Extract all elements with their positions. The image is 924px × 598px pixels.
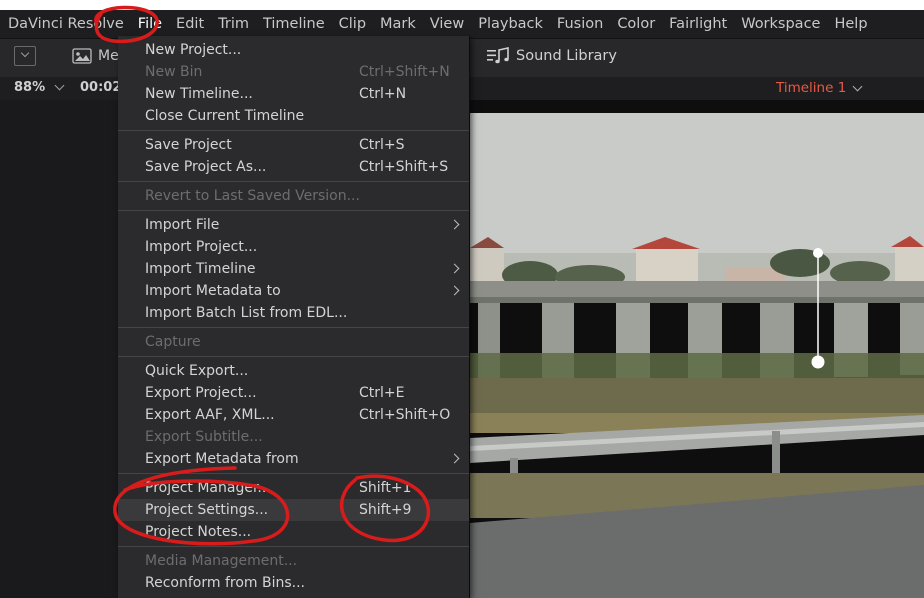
menu-workspace[interactable]: Workspace xyxy=(734,16,827,32)
media-pool-label[interactable]: Me xyxy=(98,48,119,64)
menu-color[interactable]: Color xyxy=(610,16,662,32)
menu-item-label: Project Manager... xyxy=(145,480,271,496)
menu-item-label: Close Current Timeline xyxy=(145,108,305,124)
menu-file[interactable]: File xyxy=(131,16,169,32)
menu-item-new-project[interactable]: New Project... xyxy=(118,39,469,61)
left-panel xyxy=(0,100,118,598)
menu-item-label: Quick Export... xyxy=(145,363,249,379)
menu-mark[interactable]: Mark xyxy=(373,16,423,32)
menu-item-label: Export AAF, XML... xyxy=(145,407,275,423)
menu-separator xyxy=(118,210,469,211)
menu-item-label: Revert to Last Saved Version... xyxy=(145,188,360,204)
menu-item-export-project[interactable]: Export Project... Ctrl+E xyxy=(118,382,469,404)
menu-trim[interactable]: Trim xyxy=(211,16,256,32)
menu-item-label: Import Metadata to xyxy=(145,283,281,299)
chevron-right-icon xyxy=(449,453,460,464)
chevron-right-icon xyxy=(449,285,460,296)
menu-edit[interactable]: Edit xyxy=(169,16,211,32)
menu-item-label: Media Management... xyxy=(145,553,298,569)
sound-library-icon xyxy=(487,47,509,64)
menu-item-reconform-from-bins[interactable]: Reconform from Bins... xyxy=(118,572,469,594)
menu-bar: DaVinci Resolve File Edit Trim Timeline … xyxy=(0,10,924,38)
menu-item-quick-export[interactable]: Quick Export... xyxy=(118,360,469,382)
menu-help[interactable]: Help xyxy=(827,16,874,32)
menu-separator xyxy=(118,473,469,474)
menu-item-shortcut: Ctrl+N xyxy=(359,86,407,102)
menu-item-label: Export Subtitle... xyxy=(145,429,263,445)
menu-item-label: Save Project xyxy=(145,137,232,153)
menu-item-label: Export Project... xyxy=(145,385,257,401)
menu-view[interactable]: View xyxy=(423,16,471,32)
menu-item-export-metadata-from[interactable]: Export Metadata from xyxy=(118,448,469,470)
menu-separator xyxy=(118,327,469,328)
top-strip xyxy=(0,0,924,10)
menu-item-label: Capture xyxy=(145,334,201,350)
timeline-selector[interactable]: Timeline 1 xyxy=(776,80,863,96)
zoom-level[interactable]: 88% xyxy=(14,80,45,95)
menu-item-close-current-timeline[interactable]: Close Current Timeline xyxy=(118,105,469,127)
menu-fusion[interactable]: Fusion xyxy=(550,16,610,32)
menu-item-import-file[interactable]: Import File xyxy=(118,214,469,236)
file-menu-dropdown: New Project... New Bin Ctrl+Shift+N New Tim… xyxy=(118,36,470,598)
menu-item-export-subtitle: Export Subtitle... xyxy=(118,426,469,448)
menu-separator xyxy=(118,356,469,357)
menu-item-label: Import Project... xyxy=(145,239,258,255)
menu-item-project-settings[interactable]: Project Settings... Shift+9 xyxy=(118,499,469,521)
timeline-name: Timeline 1 xyxy=(776,80,847,96)
menu-item-label: Reconform from Bins... xyxy=(145,575,305,591)
menu-item-shortcut: Ctrl+Shift+N xyxy=(359,64,450,80)
menu-separator xyxy=(118,130,469,131)
menu-fairlight[interactable]: Fairlight xyxy=(662,16,734,32)
menu-item-label: New Bin xyxy=(145,64,203,80)
menu-item-save-project[interactable]: Save Project Ctrl+S xyxy=(118,134,469,156)
menu-app[interactable]: DaVinci Resolve xyxy=(0,16,131,32)
menu-timeline[interactable]: Timeline xyxy=(256,16,332,32)
menu-playback[interactable]: Playback xyxy=(471,16,550,32)
menu-clip[interactable]: Clip xyxy=(332,16,373,32)
menu-item-label: Export Metadata from xyxy=(145,451,299,467)
menu-item-label: Import File xyxy=(145,217,220,233)
panel-toggle-button[interactable] xyxy=(14,46,36,66)
menu-item-label: Project Settings... xyxy=(145,502,269,518)
chevron-down-icon xyxy=(852,81,863,91)
menu-item-save-project-as[interactable]: Save Project As... Ctrl+Shift+S xyxy=(118,156,469,178)
menu-item-import-batch-list-from-edl[interactable]: Import Batch List from EDL... xyxy=(118,302,469,324)
menu-item-label: Project Notes... xyxy=(145,524,252,540)
video-frame xyxy=(470,113,924,598)
menu-item-shortcut: Shift+1 xyxy=(359,480,412,496)
menu-item-import-timeline[interactable]: Import Timeline xyxy=(118,258,469,280)
media-pool-icon[interactable] xyxy=(72,48,92,64)
menu-item-new-bin: New Bin Ctrl+Shift+N xyxy=(118,61,469,83)
menu-item-label: Import Timeline xyxy=(145,261,256,277)
menu-item-shortcut: Ctrl+Shift+O xyxy=(359,407,451,423)
menu-item-shortcut: Ctrl+E xyxy=(359,385,405,401)
menu-item-shortcut: Ctrl+S xyxy=(359,137,405,153)
menu-item-export-aaf-xml[interactable]: Export AAF, XML... Ctrl+Shift+O xyxy=(118,404,469,426)
menu-item-label: Save Project As... xyxy=(145,159,267,175)
menu-item-project-notes[interactable]: Project Notes... xyxy=(118,521,469,543)
menu-item-label: New Project... xyxy=(145,42,242,58)
menu-item-shortcut: Shift+9 xyxy=(359,502,412,518)
menu-item-media-management: Media Management... xyxy=(118,550,469,572)
menu-item-import-metadata-to[interactable]: Import Metadata to xyxy=(118,280,469,302)
menu-item-project-manager[interactable]: Project Manager... Shift+1 xyxy=(118,477,469,499)
menu-separator xyxy=(118,546,469,547)
menu-item-revert-to-last-saved-version: Revert to Last Saved Version... xyxy=(118,185,469,207)
zoom-chevron-icon[interactable] xyxy=(54,80,65,91)
chevron-right-icon xyxy=(449,263,460,274)
menu-item-label: Import Batch List from EDL... xyxy=(145,305,348,321)
sound-library-label: Sound Library xyxy=(516,48,617,64)
menu-item-import-project[interactable]: Import Project... xyxy=(118,236,469,258)
menu-item-shortcut: Ctrl+Shift+S xyxy=(359,159,449,175)
video-viewer[interactable] xyxy=(470,113,924,598)
chevron-right-icon xyxy=(449,219,460,230)
menu-item-new-timeline[interactable]: New Timeline... Ctrl+N xyxy=(118,83,469,105)
menu-item-capture: Capture xyxy=(118,331,469,353)
menu-separator xyxy=(118,181,469,182)
sound-library-button[interactable]: Sound Library xyxy=(486,47,617,65)
menu-item-label: New Timeline... xyxy=(145,86,253,102)
